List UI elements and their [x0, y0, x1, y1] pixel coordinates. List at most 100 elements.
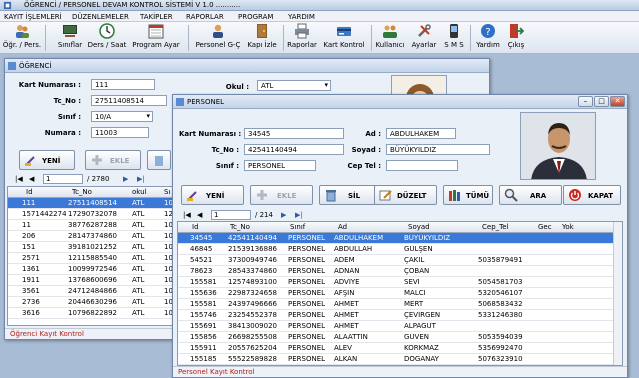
table-row[interactable]: 1911 13768600696 ATL 10 — [8, 275, 174, 286]
personel-sinif-input[interactable]: PERSONEL — [244, 160, 316, 171]
personel-cep-tel-input[interactable] — [386, 160, 458, 171]
table-row[interactable]: 3616 10796822892 ATL 10 — [8, 308, 174, 319]
personel-page-input[interactable]: 1 — [211, 210, 251, 220]
toolbar-program-ayar-button[interactable]: Program Ayar — [130, 23, 182, 53]
personel-title-bar[interactable]: PERSONEL – □ ✕ — [173, 95, 627, 109]
menu-program[interactable]: PROGRAM — [238, 13, 273, 21]
app-title: ÖĞRENCİ / PERSONEL DEVAM KONTROL SİSTEMİ… — [24, 1, 241, 9]
column-header[interactable]: Soyad — [408, 223, 430, 231]
menu-kayit-islemleri[interactable]: KAYIT İŞLEMLERİ — [4, 13, 62, 21]
ogrenci-page-input[interactable]: 1 — [43, 174, 83, 184]
column-header[interactable]: Cep_Tel — [482, 223, 508, 231]
toolbar-ders-saat-button[interactable]: Ders / Saat — [87, 23, 127, 53]
table-row[interactable]: 155691 38413009020 PERSONEL AHMET ALPAĞUT — [178, 321, 622, 332]
prev-page-icon[interactable]: ◀ — [29, 175, 34, 183]
table-cell: 20557625204 — [228, 344, 277, 352]
table-row[interactable]: 2736 20446630296 ATL 10 — [8, 297, 174, 308]
ogrenci-ekle-button[interactable]: EKLE — [85, 150, 141, 170]
ogrenci-yeni-button[interactable]: YENİ — [19, 150, 75, 170]
column-header[interactable]: Sı — [164, 188, 170, 196]
next-page-icon[interactable]: ▶ — [123, 175, 128, 183]
maximize-button[interactable]: □ — [594, 96, 609, 107]
table-row[interactable]: 155746 23254552378 PERSONEL AHMET ÇEVİRGEN 53… — [178, 310, 622, 321]
minimize-button[interactable]: – — [578, 96, 593, 107]
personel-duzelt-button[interactable]: DÜZELT — [374, 185, 437, 205]
menu-yardim[interactable]: YARDIM — [288, 13, 315, 21]
column-header[interactable]: Ad — [338, 223, 347, 231]
table-row[interactable]: 155581 24397496666 PERSONEL AHMET MERT 506858… — [178, 299, 622, 310]
last-page-icon[interactable]: ▶| — [295, 211, 303, 219]
menu-raporlar[interactable]: RAPORLAR — [186, 13, 224, 21]
toolbar-raporlar-button[interactable]: Raporlar — [287, 23, 317, 53]
table-row[interactable]: 206 28147374860 ATL 10 — [8, 231, 174, 242]
prev-page-icon[interactable]: ◀ — [197, 211, 202, 219]
menu-takipler[interactable]: TAKİPLER — [140, 13, 173, 21]
toolbar-ogr-pers-button[interactable]: Öğr. / Pers. — [2, 23, 42, 53]
table-row[interactable]: 155911 20557625204 PERSONEL ALEV KORKMAZ 5356… — [178, 343, 622, 354]
column-header[interactable]: Id — [26, 188, 33, 196]
table-cell: 5320546107 — [478, 289, 523, 297]
ogrenci-kart-input[interactable]: 111 — [91, 79, 155, 90]
table-row[interactable]: 1571442274 17290732078 ATL 12 — [8, 209, 174, 220]
menu-duzenlemeler[interactable]: DÜZENLEMELER — [72, 13, 129, 21]
person-icon — [213, 24, 223, 38]
ogrenci-title-bar[interactable]: ÖĞRENCİ — [5, 59, 489, 73]
last-page-icon[interactable]: ▶| — [137, 175, 145, 183]
toolbar-kapi-izle-button[interactable]: Kapı İzle — [245, 23, 279, 53]
person-photo-icon — [521, 113, 595, 179]
table-cell: AFŞİN — [334, 289, 355, 297]
personel-yeni-button[interactable]: YENİ — [181, 185, 244, 205]
column-header[interactable]: Tc_No — [230, 223, 250, 231]
personel-kapat-button[interactable]: KAPAT — [563, 185, 621, 205]
column-header[interactable]: Tc_No — [72, 188, 92, 196]
table-row[interactable]: 78623 28543374860 PERSONEL ADNAN ÇOBAN — [178, 266, 622, 277]
svg-text:?: ? — [485, 27, 490, 38]
table-row[interactable]: 155856 26698255508 PERSONEL ALAATTİN GÜVEN 50… — [178, 332, 622, 343]
table-row[interactable]: 155636 22987324658 PERSONEL AFŞİN MALCI 53205… — [178, 288, 622, 299]
column-header[interactable]: Id — [192, 223, 199, 231]
table-row[interactable]: 46845 21539136886 PERSONEL ABDULLAH GÜLŞEN — [178, 244, 622, 255]
personel-sil-button[interactable]: SİL — [319, 185, 382, 205]
column-header[interactable]: Gec — [538, 223, 552, 231]
toolbar-yardim-button[interactable]: ? Yardım — [474, 23, 502, 53]
toolbar-kart-kontrol-button[interactable]: Kart Kontrol — [320, 23, 368, 53]
table-row[interactable]: 155185 55522589828 PERSONEL ALKAN DOĞANAY 507… — [178, 354, 622, 365]
personel-ara-button[interactable]: ARA — [499, 185, 562, 205]
column-header[interactable]: Yok — [562, 223, 574, 231]
personel-tumu-button[interactable]: TÜMÜ — [443, 185, 493, 205]
personel-kart-input[interactable]: 34545 — [244, 128, 344, 139]
ogrenci-sil-button[interactable] — [147, 150, 171, 170]
first-page-icon[interactable]: |◀ — [15, 175, 23, 183]
next-page-icon[interactable]: ▶ — [281, 211, 286, 219]
column-header[interactable]: okul — [132, 188, 147, 196]
ogrenci-sinif-select[interactable]: 10/A — [91, 111, 153, 122]
ogrenci-okul-select[interactable]: ATL — [257, 80, 331, 91]
toolbar-sms-button[interactable]: S M S — [442, 23, 466, 53]
ogrenci-tc-input[interactable]: 27511408514 — [91, 95, 167, 106]
vertical-scrollbar[interactable] — [613, 222, 622, 365]
column-header[interactable]: Sınıf — [290, 223, 305, 231]
personel-ekle-button[interactable]: EKLE — [250, 185, 313, 205]
personel-status-bar: Personel Kayıt Kontrol — [173, 366, 627, 377]
personel-tc-input[interactable]: 42541140494 — [244, 144, 344, 155]
table-row[interactable]: 34545 42541140494 PERSONEL ABDULHAKEM BÜYÜKY… — [178, 233, 622, 244]
toolbar-cikis-button[interactable]: Çıkış — [504, 23, 528, 53]
toolbar-personel-gc-button[interactable]: Personel G-Ç — [195, 23, 241, 53]
table-row[interactable]: 111 27511408514 ATL 10 — [8, 198, 174, 209]
table-row[interactable]: 11 38776287288 ATL 10 — [8, 220, 174, 231]
toolbar-ayarlar-button[interactable]: Ayarlar — [410, 23, 438, 53]
personel-ad-input[interactable]: ABDULHAKEM — [386, 128, 456, 139]
close-button[interactable]: ✕ — [610, 96, 625, 107]
table-row[interactable]: 151 39181021252 ATL 10 — [8, 242, 174, 253]
first-page-icon[interactable]: |◀ — [183, 211, 191, 219]
table-cell: 24712484866 — [68, 287, 117, 295]
ogrenci-numara-input[interactable]: 11003 — [91, 127, 149, 138]
table-row[interactable]: 1361 10099972546 ATL 10 — [8, 264, 174, 275]
table-row[interactable]: 3561 24712484866 ATL 10 — [8, 286, 174, 297]
table-row[interactable]: 155581 12574893100 PERSONEL ADVİYE SEVİ 50545… — [178, 277, 622, 288]
toolbar-siniflar-button[interactable]: Sınıflar — [55, 23, 85, 53]
toolbar-kullanici-button[interactable]: Kullanıcı — [374, 23, 406, 53]
table-row[interactable]: 2571 12115885540 ATL 10 — [8, 253, 174, 264]
personel-soyad-input[interactable]: BÜYÜKYILDIZ — [386, 144, 490, 155]
table-row[interactable]: 54521 37300949746 PERSONEL ADEM ÇAKIL 5035879… — [178, 255, 622, 266]
